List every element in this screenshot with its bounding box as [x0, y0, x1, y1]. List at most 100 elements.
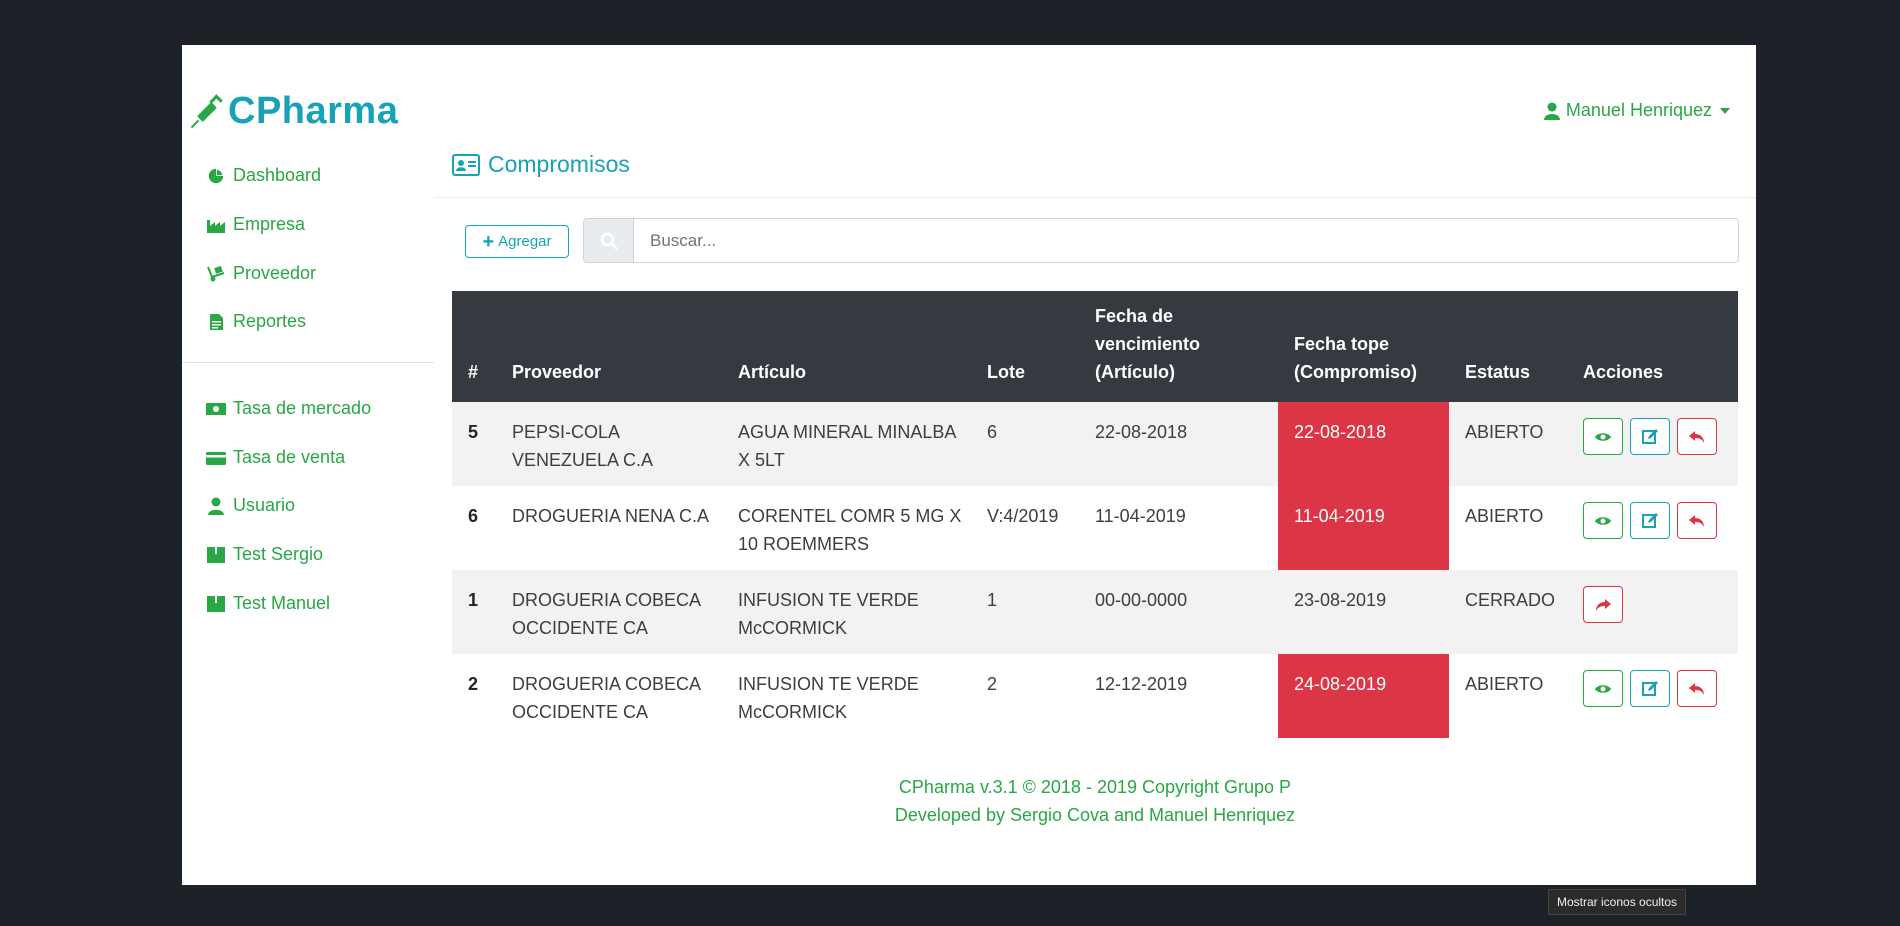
sidebar-item-tasa-de-mercado[interactable]: Tasa de mercado	[206, 398, 371, 419]
cell-lote: 2	[971, 654, 1079, 738]
cell-vencimiento: 12-12-2019	[1079, 654, 1278, 738]
eye-icon	[1595, 684, 1611, 693]
edit-icon	[1642, 512, 1658, 528]
eye-icon	[1595, 432, 1611, 441]
cell-num: 1	[452, 570, 496, 654]
cell-num: 2	[452, 654, 496, 738]
user-menu-dropdown[interactable]: Manuel Henriquez	[1543, 100, 1730, 121]
cell-proveedor: DROGUERIA NENA C.A	[496, 486, 722, 570]
table-row: 5 PEPSI-COLA VENEZUELA C.A AGUA MINERAL …	[452, 402, 1738, 486]
cell-vencimiento: 11-04-2019	[1079, 486, 1278, 570]
sidebar-item-usuario[interactable]: Usuario	[206, 495, 295, 516]
table-row: 1 DROGUERIA COBECA OCCIDENTE CA INFUSION…	[452, 570, 1738, 654]
sidebar-item-proveedor[interactable]: Proveedor	[206, 263, 316, 284]
col-header-proveedor: Proveedor	[496, 291, 722, 402]
footer-credits: Developed by Sergio Cova and Manuel Henr…	[894, 805, 1296, 825]
col-header-acciones: Acciones	[1567, 291, 1738, 402]
box-icon	[207, 546, 225, 563]
view-button[interactable]	[1583, 502, 1623, 539]
sidebar-item-test-manuel[interactable]: Test Manuel	[206, 593, 330, 614]
syringe-icon	[190, 93, 223, 128]
cell-tope: 24-08-2019	[1278, 654, 1449, 738]
user-name: Manuel Henriquez	[1565, 100, 1712, 120]
footer-copyright: CPharma v.3.1 © 2018 - 2019 Copyright Gr…	[898, 777, 1292, 797]
col-header-estatus: Estatus	[1449, 291, 1567, 402]
undo-button[interactable]	[1677, 670, 1717, 707]
user-icon	[208, 497, 224, 515]
cell-acciones	[1567, 402, 1738, 486]
sidebar-item-label: Reportes	[233, 311, 307, 331]
pie-chart-icon	[208, 167, 225, 183]
cell-acciones	[1567, 570, 1738, 654]
cell-lote: 6	[971, 402, 1079, 486]
cell-acciones	[1567, 654, 1738, 738]
title-divider	[434, 197, 1756, 198]
eye-icon	[1595, 516, 1611, 525]
table-row: 2 DROGUERIA COBECA OCCIDENTE CA INFUSION…	[452, 654, 1738, 738]
view-button[interactable]	[1583, 418, 1623, 455]
cell-estatus: ABIERTO	[1449, 486, 1567, 570]
cell-tope: 23-08-2019	[1278, 570, 1449, 654]
reply-icon	[1689, 514, 1704, 527]
footer: CPharma v.3.1 © 2018 - 2019 Copyright Gr…	[452, 773, 1738, 829]
reply-icon	[1689, 430, 1704, 443]
sidebar-item-dashboard[interactable]: Dashboard	[206, 165, 321, 186]
edit-button[interactable]	[1630, 502, 1670, 539]
undo-button[interactable]	[1677, 418, 1717, 455]
reply-icon	[1689, 682, 1704, 695]
address-card-icon	[452, 153, 480, 176]
add-button[interactable]: + Agregar	[465, 225, 569, 258]
add-button-label: Agregar	[498, 233, 552, 250]
sidebar-item-test-sergio[interactable]: Test Sergio	[206, 544, 323, 565]
edit-icon	[1642, 428, 1658, 444]
sidebar-item-empresa[interactable]: Empresa	[206, 214, 305, 235]
sidebar-item-label: Tasa de venta	[233, 447, 346, 467]
view-button[interactable]	[1583, 670, 1623, 707]
money-bill-icon	[206, 402, 226, 415]
sidebar-item-label: Test Sergio	[233, 544, 324, 564]
reopen-button[interactable]	[1583, 586, 1623, 623]
cell-num: 6	[452, 486, 496, 570]
sidebar-item-reportes[interactable]: Reportes	[206, 311, 306, 332]
file-icon	[210, 313, 223, 330]
compromisos-table: # Proveedor Artículo Lote Fecha de venci…	[452, 291, 1738, 738]
col-header-articulo: Artículo	[722, 291, 971, 402]
edit-button[interactable]	[1630, 418, 1670, 455]
search-addon	[584, 219, 634, 262]
user-icon	[1543, 102, 1560, 120]
cell-proveedor: PEPSI-COLA VENEZUELA C.A	[496, 402, 722, 486]
cell-tope: 11-04-2019	[1278, 486, 1449, 570]
cell-acciones	[1567, 486, 1738, 570]
plus-icon: +	[482, 230, 495, 253]
search-input[interactable]	[634, 219, 1738, 262]
col-header-lote: Lote	[971, 291, 1079, 402]
sidebar-item-label: Usuario	[233, 495, 296, 515]
cell-proveedor: DROGUERIA COBECA OCCIDENTE CA	[496, 654, 722, 738]
sidebar-divider	[182, 362, 434, 363]
undo-button[interactable]	[1677, 502, 1717, 539]
brand-logo[interactable]: CPharma	[190, 90, 398, 133]
table-row: 6 DROGUERIA NENA C.A CORENTEL COMR 5 MG …	[452, 486, 1738, 570]
cell-vencimiento: 00-00-0000	[1079, 570, 1278, 654]
sidebar-item-label: Proveedor	[233, 263, 317, 283]
table-header-row: # Proveedor Artículo Lote Fecha de venci…	[452, 291, 1738, 402]
share-icon	[1596, 598, 1611, 611]
col-header-num: #	[452, 291, 496, 402]
cell-estatus: ABIERTO	[1449, 402, 1567, 486]
sidebar-item-label: Empresa	[233, 214, 306, 234]
sidebar: CPharma Dashboard Empresa Proveedor Repo…	[182, 45, 434, 885]
cell-estatus: CERRADO	[1449, 570, 1567, 654]
cell-articulo: INFUSION TE VERDE McCORMICK	[722, 570, 971, 654]
sidebar-item-label: Tasa de mercado	[233, 398, 372, 418]
sidebar-item-tasa-de-venta[interactable]: Tasa de venta	[206, 447, 345, 468]
page-title-text: Compromisos	[488, 151, 630, 177]
search-icon	[600, 232, 618, 250]
search-group	[583, 218, 1739, 263]
cell-articulo: INFUSION TE VERDE McCORMICK	[722, 654, 971, 738]
sidebar-item-label: Dashboard	[233, 165, 322, 185]
edit-button[interactable]	[1630, 670, 1670, 707]
cell-articulo: AGUA MINERAL MINALBA X 5LT	[722, 402, 971, 486]
cell-estatus: ABIERTO	[1449, 654, 1567, 738]
cell-articulo: CORENTEL COMR 5 MG X 10 ROEMMERS	[722, 486, 971, 570]
caret-down-icon	[1720, 107, 1730, 114]
